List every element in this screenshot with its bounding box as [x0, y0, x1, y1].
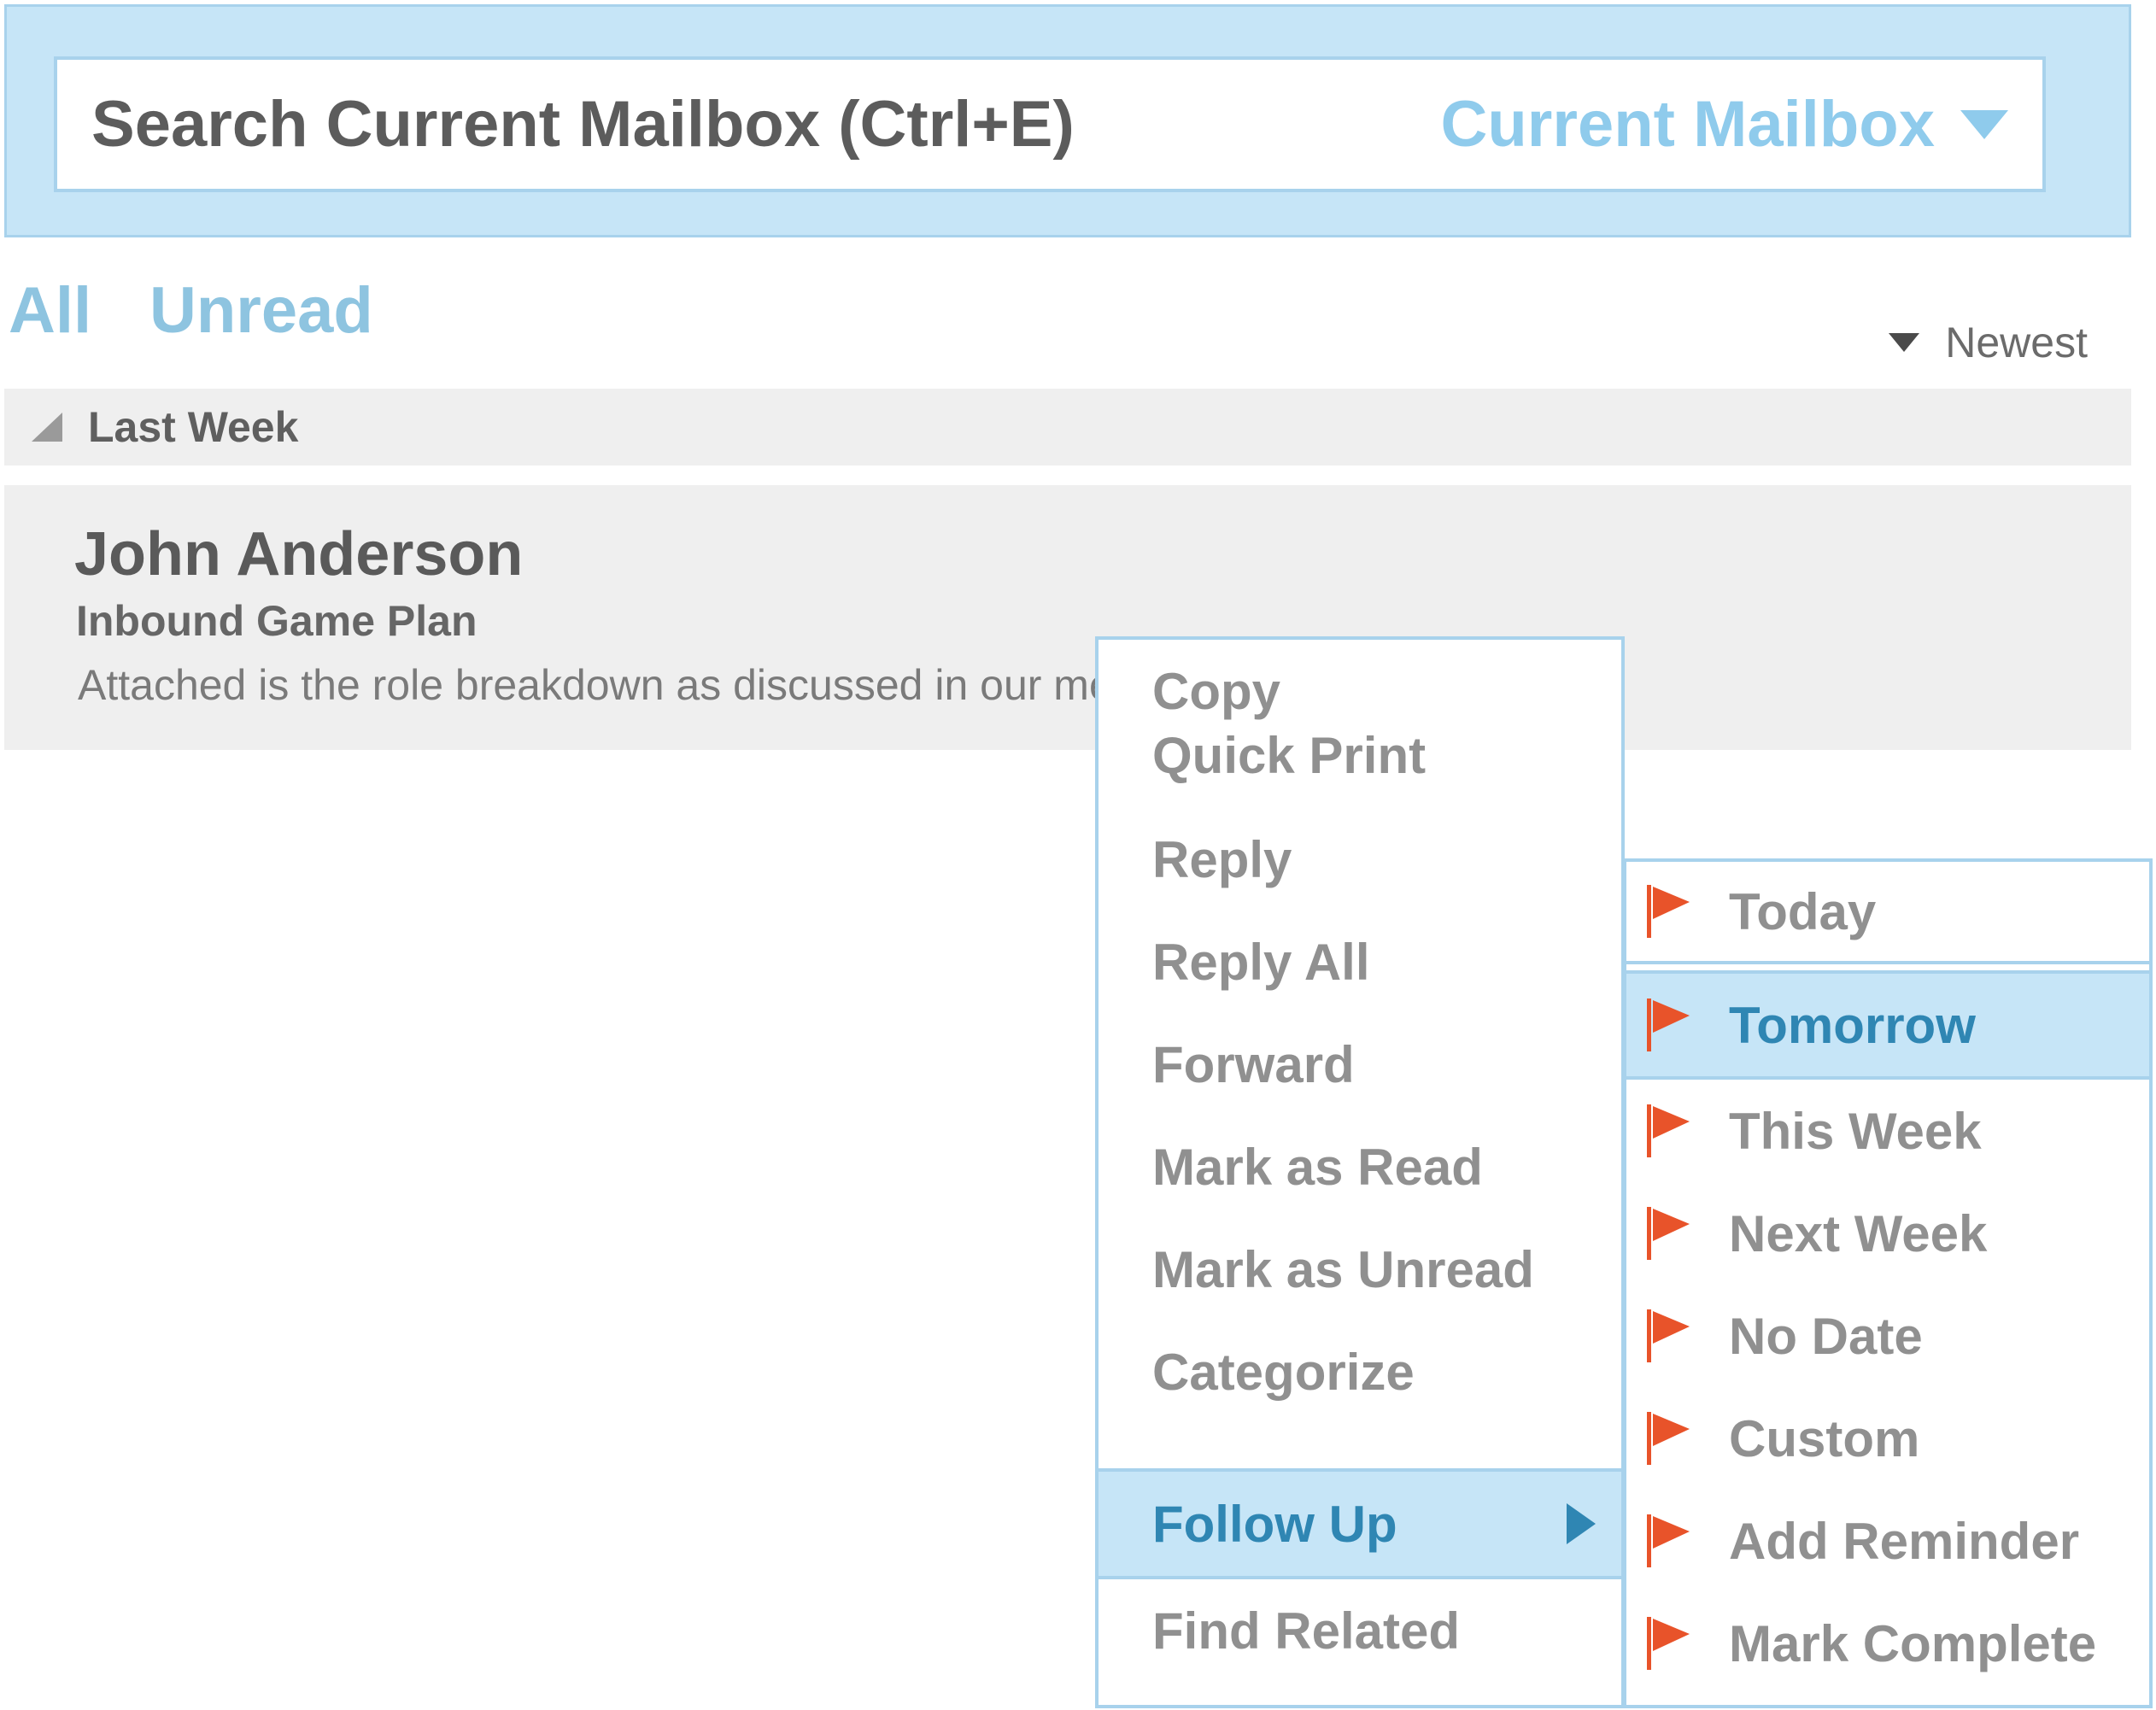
menu-item-forward[interactable]: Forward — [1099, 1013, 1621, 1116]
search-placeholder[interactable]: Search Current Mailbox (Ctrl+E) — [91, 60, 1075, 189]
menu-item-reply-all[interactable]: Reply All — [1099, 911, 1621, 1013]
message-subject: Inbound Game Plan — [76, 597, 477, 645]
follow-up-submenu: Today Tomorrow This Week Next Week No Da… — [1623, 858, 2153, 1708]
flag-icon — [1647, 1309, 1690, 1362]
submenu-item-label: Add Reminder — [1729, 1512, 2080, 1570]
filter-tab-all[interactable]: All — [9, 273, 91, 348]
submenu-item-label: Custom — [1729, 1409, 1920, 1467]
search-input[interactable]: Search Current Mailbox (Ctrl+E) Current … — [54, 56, 2046, 192]
submenu-item-next-week[interactable]: Next Week — [1626, 1182, 2149, 1285]
submenu-item-label: No Date — [1729, 1307, 1923, 1365]
submenu-item-today[interactable]: Today — [1626, 862, 2149, 964]
message-list-item[interactable]: John Anderson Inbound Game Plan Attached… — [4, 485, 2131, 750]
submenu-item-add-reminder[interactable]: Add Reminder — [1626, 1490, 2149, 1592]
submenu-item-this-week[interactable]: This Week — [1626, 1080, 2149, 1182]
message-preview: Attached is the role breakdown as discus… — [78, 661, 1103, 709]
chevron-down-icon[interactable] — [1960, 109, 2008, 139]
menu-item-follow-up[interactable]: Follow Up — [1099, 1468, 1621, 1579]
submenu-item-label: Tomorrow — [1729, 996, 1976, 1054]
menu-item-categorize[interactable]: Categorize — [1099, 1321, 1621, 1423]
flag-icon — [1647, 1104, 1690, 1157]
submenu-arrow-icon — [1567, 1503, 1596, 1544]
flag-icon — [1647, 1617, 1690, 1670]
search-scope-dropdown[interactable]: Current Mailbox — [1441, 60, 2008, 189]
menu-item-mark-as-read[interactable]: Mark as Read — [1099, 1116, 1621, 1218]
submenu-item-custom[interactable]: Custom — [1626, 1387, 2149, 1490]
flag-icon — [1647, 998, 1690, 1051]
flag-icon — [1647, 1207, 1690, 1260]
search-scope-label[interactable]: Current Mailbox — [1441, 87, 1936, 161]
filter-tab-unread[interactable]: Unread — [149, 273, 373, 348]
submenu-item-mark-complete[interactable]: Mark Complete — [1626, 1592, 2149, 1695]
flag-icon — [1647, 1514, 1690, 1567]
submenu-item-label: Mark Complete — [1729, 1614, 2097, 1672]
sort-down-arrow-icon[interactable] — [1889, 333, 1920, 352]
sort-dropdown[interactable]: Newest — [1889, 318, 2088, 367]
flag-icon — [1647, 1412, 1690, 1465]
search-bar-region: Search Current Mailbox (Ctrl+E) Current … — [4, 4, 2131, 237]
message-sender: John Anderson — [74, 520, 524, 589]
submenu-item-label: Next Week — [1729, 1204, 1988, 1262]
menu-item-reply[interactable]: Reply — [1099, 808, 1621, 911]
group-header-last-week[interactable]: Last Week — [4, 389, 2131, 466]
submenu-item-tomorrow[interactable]: Tomorrow — [1626, 970, 2149, 1080]
menu-item-mark-as-unread[interactable]: Mark as Unread — [1099, 1218, 1621, 1321]
group-label: Last Week — [88, 403, 299, 451]
menu-item-quick-print[interactable]: Quick Print — [1099, 704, 1621, 806]
submenu-item-no-date[interactable]: No Date — [1626, 1285, 2149, 1387]
flag-icon — [1647, 885, 1690, 938]
sort-label[interactable]: Newest — [1945, 318, 2088, 367]
context-menu: Copy Quick Print Reply Reply All Forward… — [1095, 636, 1625, 1708]
collapse-triangle-icon[interactable] — [32, 413, 62, 442]
submenu-item-label: Today — [1729, 882, 1877, 940]
menu-item-find-related[interactable]: Find Related — [1099, 1579, 1621, 1682]
menu-item-follow-up-label: Follow Up — [1152, 1495, 1397, 1553]
submenu-item-label: This Week — [1729, 1102, 1982, 1160]
